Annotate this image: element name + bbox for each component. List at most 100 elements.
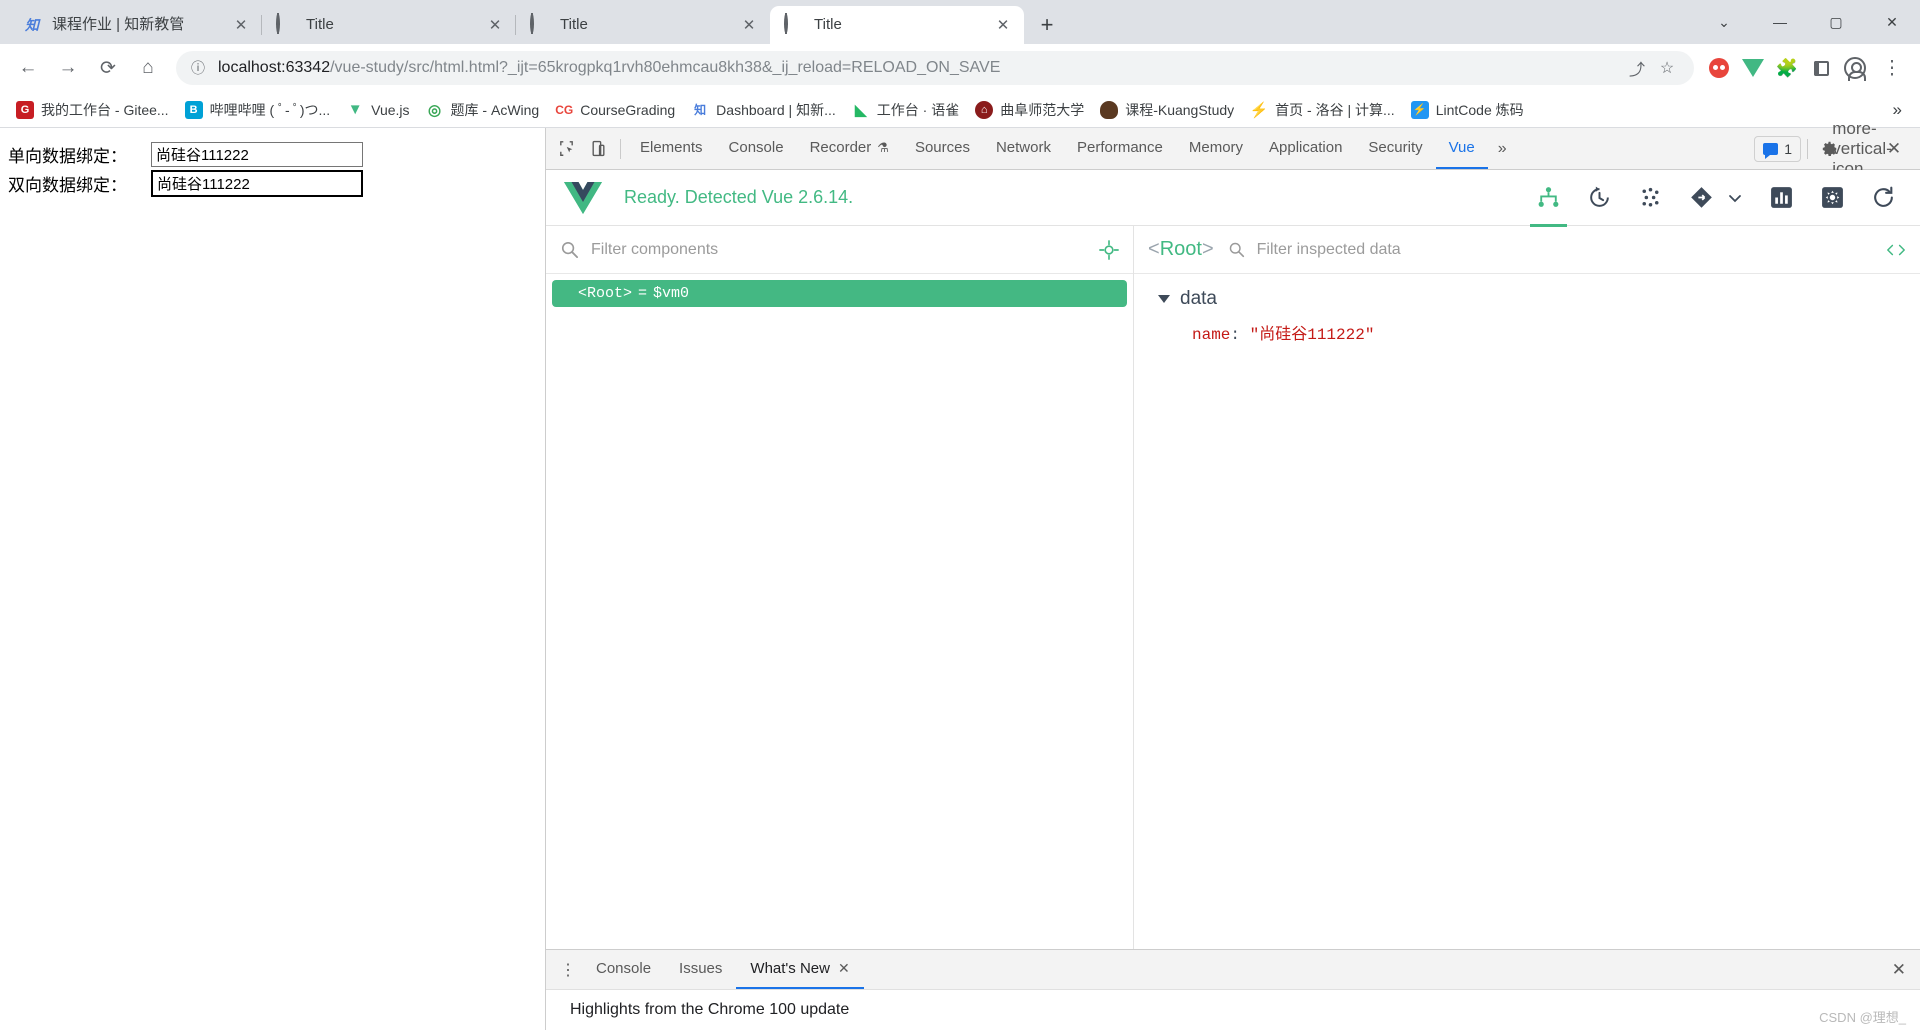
bookmark-item[interactable]: 知 Dashboard | 知新... bbox=[683, 96, 844, 124]
browser-tab-active[interactable]: Title ✕ bbox=[770, 6, 1024, 44]
forward-button[interactable]: → bbox=[48, 48, 88, 88]
two-way-binding-input[interactable] bbox=[151, 169, 363, 197]
drawer-tab-issues[interactable]: Issues bbox=[665, 950, 736, 989]
bookmark-label: 题库 - AcWing bbox=[450, 101, 540, 118]
performance-bars-icon[interactable] bbox=[1769, 178, 1794, 218]
bookmark-label: 工作台 · 语雀 bbox=[876, 101, 960, 118]
inspected-data-filter-bar[interactable]: <Root> Filter inspected data bbox=[1134, 226, 1920, 274]
tab-close-icon[interactable]: ✕ bbox=[484, 14, 506, 36]
star-icon[interactable]: ☆ bbox=[1652, 53, 1682, 83]
tree-node-equals: = bbox=[638, 285, 648, 302]
sidepanel-icon[interactable] bbox=[1804, 51, 1838, 85]
devtools-tab-sources[interactable]: Sources bbox=[902, 128, 983, 169]
tab-title: Title bbox=[560, 16, 588, 33]
tab-search-chevron-icon[interactable]: ⌄ bbox=[1696, 0, 1752, 44]
chrome-menu-button[interactable]: ⋮ bbox=[1872, 48, 1912, 88]
home-button[interactable]: ⌂ bbox=[128, 48, 168, 88]
minimize-button[interactable]: — bbox=[1752, 0, 1808, 44]
target-icon[interactable] bbox=[1099, 239, 1119, 260]
refresh-icon[interactable] bbox=[1871, 178, 1896, 218]
flask-icon: ⚗ bbox=[877, 139, 889, 155]
share-icon[interactable]: ⤴ bbox=[1622, 53, 1652, 83]
maximize-button[interactable]: ▢ bbox=[1808, 0, 1864, 44]
search-icon bbox=[560, 240, 579, 259]
bookmark-item[interactable]: CG CourseGrading bbox=[547, 96, 683, 124]
bookmark-label: LintCode 炼码 bbox=[1435, 101, 1524, 118]
vue-devtools-extension-icon[interactable] bbox=[1736, 51, 1770, 85]
devtools-tab-network[interactable]: Network bbox=[983, 128, 1064, 169]
globe-icon bbox=[784, 13, 804, 35]
bookmark-item[interactable]: ◣ 工作台 · 语雀 bbox=[844, 96, 967, 124]
vue-settings-icon[interactable] bbox=[1820, 178, 1845, 218]
data-group-title: data bbox=[1180, 288, 1217, 309]
vuex-dots-icon[interactable] bbox=[1638, 178, 1663, 218]
devtools-tab-security[interactable]: Security bbox=[1355, 128, 1435, 169]
issues-count: 1 bbox=[1784, 140, 1792, 157]
bookmark-item[interactable]: ⚡ 首页 - 洛谷 | 计算... bbox=[1242, 96, 1403, 124]
tab-strip: 知 课程作业 | 知新教管 ✕ Title ✕ Title ✕ Title ✕ … bbox=[0, 0, 1920, 44]
bookmark-item[interactable]: ◎ 题库 - AcWing bbox=[418, 96, 548, 124]
devtools-tab-recorder[interactable]: Recorder ⚗ bbox=[797, 128, 902, 169]
tab-close-icon[interactable]: ✕ bbox=[230, 14, 252, 36]
drawer-tab-whats-new[interactable]: What's New ✕ bbox=[736, 950, 864, 989]
reload-button[interactable]: ⟳ bbox=[88, 48, 128, 88]
inspect-element-icon[interactable] bbox=[550, 133, 582, 165]
back-button[interactable]: ← bbox=[8, 48, 48, 88]
adblock-extension-icon[interactable] bbox=[1702, 51, 1736, 85]
browser-tab[interactable]: Title ✕ bbox=[516, 6, 770, 44]
bookmarks-overflow-button[interactable]: » bbox=[1883, 100, 1912, 120]
component-filter-bar[interactable]: Filter components bbox=[546, 226, 1133, 274]
vue-icon: ▼ bbox=[347, 101, 363, 118]
bookmark-item[interactable]: ⌂ 曲阜师范大学 bbox=[967, 96, 1092, 124]
drawer-tab-console[interactable]: Console bbox=[582, 950, 665, 989]
devtools-tab-application[interactable]: Application bbox=[1256, 128, 1355, 169]
bookmark-item[interactable]: ⚡ LintCode 炼码 bbox=[1403, 96, 1532, 124]
bookmark-item[interactable]: G 我的工作台 - Gitee... bbox=[8, 96, 177, 124]
info-circle-icon[interactable]: ⓘ bbox=[188, 58, 208, 78]
bookmark-label: Dashboard | 知新... bbox=[716, 101, 836, 118]
devtools-tab-vue[interactable]: Vue bbox=[1435, 128, 1488, 169]
address-bar[interactable]: ⓘ localhost:63342/vue-study/src/html.htm… bbox=[176, 51, 1694, 85]
profile-avatar-icon[interactable] bbox=[1838, 51, 1872, 85]
bookmark-item[interactable]: ▼ Vue.js bbox=[338, 96, 417, 124]
routes-icon[interactable] bbox=[1689, 178, 1743, 218]
components-tab-icon[interactable] bbox=[1530, 178, 1567, 227]
tree-node-root[interactable]: <Root> = $vm0 bbox=[552, 280, 1127, 307]
vue-action-bar bbox=[1530, 178, 1902, 227]
devtools-tab-console[interactable]: Console bbox=[716, 128, 797, 169]
devtools-more-tabs-icon[interactable]: » bbox=[1488, 140, 1517, 158]
device-toolbar-icon[interactable] bbox=[582, 133, 614, 165]
acwing-icon: ◎ bbox=[428, 101, 442, 119]
devtools-tab-memory[interactable]: Memory bbox=[1176, 128, 1256, 169]
devtools-tab-elements[interactable]: Elements bbox=[627, 128, 716, 169]
drawer-tab-close-icon[interactable]: ✕ bbox=[838, 960, 850, 977]
bookmark-label: Vue.js bbox=[371, 101, 410, 118]
extensions-puzzle-icon[interactable]: 🧩 bbox=[1770, 51, 1804, 85]
tab-close-icon[interactable]: ✕ bbox=[992, 14, 1014, 36]
chevron-down-icon[interactable] bbox=[1158, 295, 1170, 303]
bookmark-item[interactable]: B 哔哩哔哩 ( ﾟ- ﾟ)つ... bbox=[177, 96, 339, 124]
two-way-binding-label: 双向数据绑定： bbox=[8, 175, 127, 195]
one-way-binding-input[interactable] bbox=[151, 141, 363, 167]
issues-badge[interactable]: 1 bbox=[1754, 135, 1801, 162]
browser-tab[interactable]: 知 课程作业 | 知新教管 ✕ bbox=[8, 6, 262, 44]
drawer-menu-icon[interactable]: ⋮ bbox=[554, 956, 582, 984]
bookmark-item[interactable]: 课程-KuangStudy bbox=[1092, 96, 1242, 124]
url-host: localhost:63342 bbox=[218, 59, 331, 76]
data-entry[interactable]: name: "尚硅谷111222" bbox=[1192, 320, 1920, 344]
new-tab-button[interactable]: + bbox=[1030, 8, 1064, 42]
drawer-close-icon[interactable]: ✕ bbox=[1878, 960, 1920, 980]
drawer-content-text: Highlights from the Chrome 100 update bbox=[570, 1001, 850, 1018]
data-group-header[interactable]: data bbox=[1158, 288, 1920, 310]
browser-tab[interactable]: Title ✕ bbox=[262, 6, 516, 44]
devtools-close-icon[interactable]: ✕ bbox=[1878, 133, 1910, 165]
tab-close-icon[interactable]: ✕ bbox=[738, 14, 760, 36]
close-window-button[interactable]: ✕ bbox=[1864, 0, 1920, 44]
devtools-drawer: ⋮ Console Issues What's New ✕ ✕ Highligh… bbox=[546, 949, 1920, 1030]
devtools-tab-performance[interactable]: Performance bbox=[1064, 128, 1176, 169]
globe-icon bbox=[276, 13, 296, 35]
angle-brackets-icon[interactable] bbox=[1886, 242, 1906, 258]
yuque-icon: ◣ bbox=[854, 101, 867, 119]
timeline-history-icon[interactable] bbox=[1587, 178, 1612, 218]
devtools-menu-icon[interactable]: more-vertical-icon bbox=[1832, 119, 1892, 178]
